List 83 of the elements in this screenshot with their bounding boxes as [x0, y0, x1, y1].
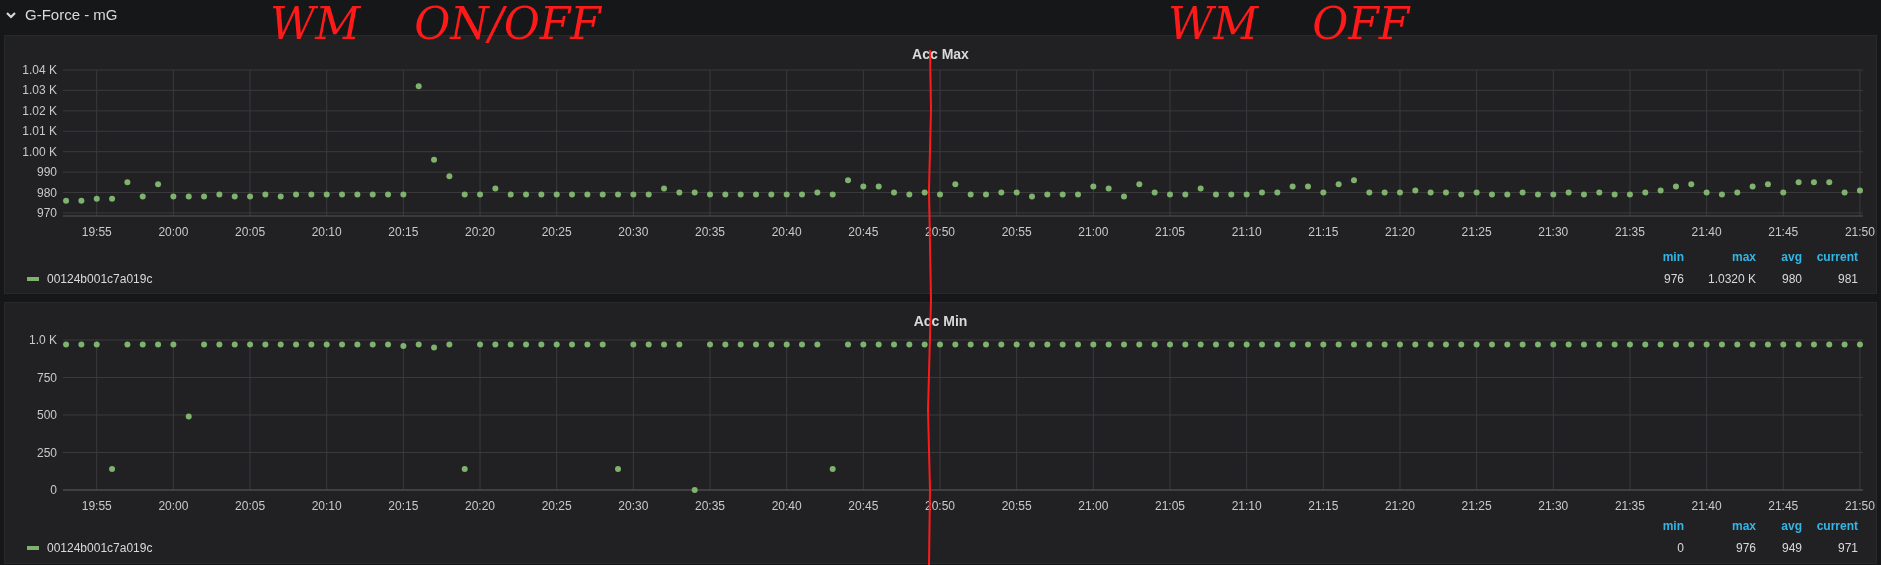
x-axis-label: 20:10	[311, 225, 342, 239]
x-axis-label: 21:45	[1768, 225, 1799, 239]
legend-value: 980	[1780, 271, 1802, 288]
x-axis-label: 20:40	[771, 499, 802, 513]
legend-swatch	[27, 277, 39, 281]
y-axis-label: 1.00 K	[22, 144, 57, 159]
x-axis-label: 20:40	[771, 225, 802, 239]
x-axis-label: 20:00	[158, 499, 189, 513]
x-axis-label: 20:35	[695, 499, 726, 513]
y-axis-label: 0	[50, 483, 57, 497]
x-axis-label: 21:05	[1154, 499, 1185, 513]
x-axis-label: 21:25	[1461, 499, 1492, 513]
y-axis-label: 1.01 K	[22, 124, 57, 139]
x-axis-label: 21:05	[1154, 225, 1185, 239]
x-axis-label: 20:15	[388, 225, 419, 239]
legend-column-header[interactable]: max	[1684, 248, 1756, 266]
y-axis-label: 1.0 K	[28, 333, 57, 347]
legend-value: 1.0320 K	[1706, 271, 1756, 288]
x-axis-label: 20:25	[541, 499, 572, 513]
x-axis-label: 21:10	[1231, 225, 1262, 239]
legend-value: 971	[1836, 540, 1858, 557]
y-axis-label: 990	[36, 165, 57, 180]
x-axis-label: 21:30	[1538, 225, 1569, 239]
x-axis-label: 21:00	[1078, 499, 1109, 513]
x-axis-label: 21:15	[1308, 499, 1339, 513]
x-axis-label: 21:35	[1614, 225, 1645, 239]
x-axis-label: 21:20	[1384, 499, 1415, 513]
x-axis-label: 20:05	[235, 499, 266, 513]
x-axis-label: 21:40	[1691, 499, 1722, 513]
x-axis-label: 21:15	[1308, 225, 1339, 239]
x-axis-label: 20:30	[618, 225, 649, 239]
handwritten-annotation: WM ON/OFF	[270, 2, 601, 46]
x-axis-label: 20:20	[465, 499, 496, 513]
y-axis-label: 250	[36, 445, 57, 460]
y-axis-label: 750	[36, 370, 57, 385]
x-axis-label: 20:45	[848, 225, 879, 239]
legend-value: 0	[1676, 540, 1684, 557]
y-axis-label: 1.04 K	[22, 63, 57, 77]
x-axis-label: 21:20	[1384, 225, 1415, 239]
legend-value: 949	[1780, 540, 1802, 557]
legend-column-header[interactable]: avg	[1756, 517, 1802, 535]
x-axis-label: 20:05	[235, 225, 266, 239]
chevron-icon	[5, 9, 17, 21]
x-axis-label: 20:30	[618, 499, 649, 513]
x-axis-label: 21:10	[1231, 499, 1262, 513]
x-axis-label: 20:45	[848, 499, 879, 513]
x-axis-label: 20:55	[1001, 225, 1032, 239]
y-axis-label: 980	[36, 185, 57, 200]
x-axis-label: 21:45	[1768, 499, 1799, 513]
x-axis-label: 21:25	[1461, 225, 1492, 239]
x-axis-label: 21:40	[1691, 225, 1722, 239]
legend-column-header[interactable]: current	[1802, 248, 1858, 266]
legend-column-header[interactable]: min	[1604, 517, 1684, 535]
x-axis-label: 20:55	[1001, 499, 1032, 513]
legend-series-name[interactable]: 00124b001c7a019c	[47, 539, 153, 557]
legend-column-header[interactable]: avg	[1756, 248, 1802, 266]
legend-value: 976	[1662, 271, 1684, 288]
x-axis-label: 20:25	[541, 225, 572, 239]
row-toggle[interactable]: G-Force - mG	[5, 3, 118, 27]
legend-series-name[interactable]: 00124b001c7a019c	[47, 270, 153, 288]
x-axis-label: 20:15	[388, 499, 419, 513]
legend-swatch	[27, 546, 39, 550]
legend-column-header[interactable]: current	[1802, 517, 1858, 535]
legend-value: 981	[1836, 271, 1858, 288]
x-axis-label: 21:00	[1078, 225, 1109, 239]
legend-column-header[interactable]: max	[1684, 517, 1756, 535]
legend-value: 976	[1734, 540, 1756, 557]
x-axis-label: 19:55	[81, 499, 112, 513]
x-axis-label: 21:50	[1844, 499, 1875, 513]
x-axis-label: 20:20	[465, 225, 496, 239]
legend-column-header[interactable]: min	[1604, 248, 1684, 266]
x-axis-label: 19:55	[81, 225, 112, 239]
y-axis-label: 1.03 K	[22, 83, 57, 98]
x-axis-label: 20:00	[158, 225, 189, 239]
x-axis-label: 21:35	[1614, 499, 1645, 513]
x-axis-label: 20:10	[311, 499, 342, 513]
x-axis-label: 20:35	[695, 225, 726, 239]
y-axis-label: 970	[36, 205, 57, 220]
handwritten-annotation: WM OFF	[1168, 2, 1410, 46]
y-axis-label: 500	[36, 408, 57, 422]
x-axis-label: 21:50	[1844, 225, 1875, 239]
x-axis-label: 21:30	[1538, 499, 1569, 513]
y-axis-label: 1.02 K	[22, 103, 57, 118]
